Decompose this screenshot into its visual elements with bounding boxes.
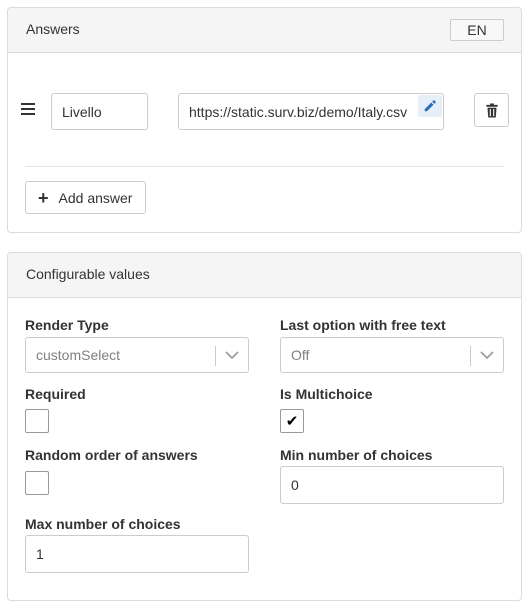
random-order-label: Random order of answers xyxy=(25,447,198,463)
add-answer-button[interactable]: + Add answer xyxy=(25,181,146,214)
config-panel-header: Configurable values xyxy=(8,253,521,298)
min-choices-label: Min number of choices xyxy=(280,447,433,463)
add-answer-label: Add answer xyxy=(58,189,133,206)
required-checkbox[interactable] xyxy=(25,409,49,433)
last-option-free-text-value: Off xyxy=(291,347,310,363)
answer-url-input[interactable]: https://static.surv.biz/demo/Italy.csv xyxy=(178,93,444,130)
configurable-values-panel: Configurable values Render Type customSe… xyxy=(7,252,522,601)
chevron-down-icon xyxy=(480,351,494,360)
max-choices-input[interactable]: 1 xyxy=(25,535,249,573)
delete-answer-button[interactable] xyxy=(474,93,509,127)
answer-label-input[interactable]: Livello xyxy=(51,93,148,130)
trash-icon xyxy=(485,102,498,118)
last-option-free-text-label: Last option with free text xyxy=(280,317,446,333)
answers-panel: Answers EN Livello https://static.surv.b… xyxy=(7,7,522,233)
render-type-select[interactable]: customSelect xyxy=(25,337,249,373)
render-type-label: Render Type xyxy=(25,317,109,333)
answer-url-text: https://static.surv.biz/demo/Italy.csv xyxy=(189,103,408,120)
select-separator xyxy=(470,346,471,366)
max-choices-label: Max number of choices xyxy=(25,516,181,532)
last-option-free-text-select[interactable]: Off xyxy=(280,337,504,373)
checkmark-icon: ✔ xyxy=(285,413,299,430)
answers-panel-header: Answers EN xyxy=(8,8,521,53)
min-choices-input[interactable]: 0 xyxy=(280,466,504,504)
edit-answer-button[interactable] xyxy=(418,95,442,117)
required-label: Required xyxy=(25,386,86,402)
drag-handle-icon[interactable] xyxy=(21,103,35,118)
render-type-value: customSelect xyxy=(36,347,121,363)
config-panel-title: Configurable values xyxy=(26,266,150,282)
plus-icon: + xyxy=(38,187,49,208)
select-separator xyxy=(215,346,216,366)
language-button[interactable]: EN xyxy=(450,19,504,41)
is-multichoice-checkbox[interactable]: ✔ xyxy=(280,409,304,433)
chevron-down-icon xyxy=(225,351,239,360)
is-multichoice-label: Is Multichoice xyxy=(280,386,373,402)
answers-panel-title: Answers xyxy=(26,21,80,37)
random-order-checkbox[interactable] xyxy=(25,471,49,495)
pencil-icon xyxy=(424,100,436,112)
divider xyxy=(25,166,504,167)
